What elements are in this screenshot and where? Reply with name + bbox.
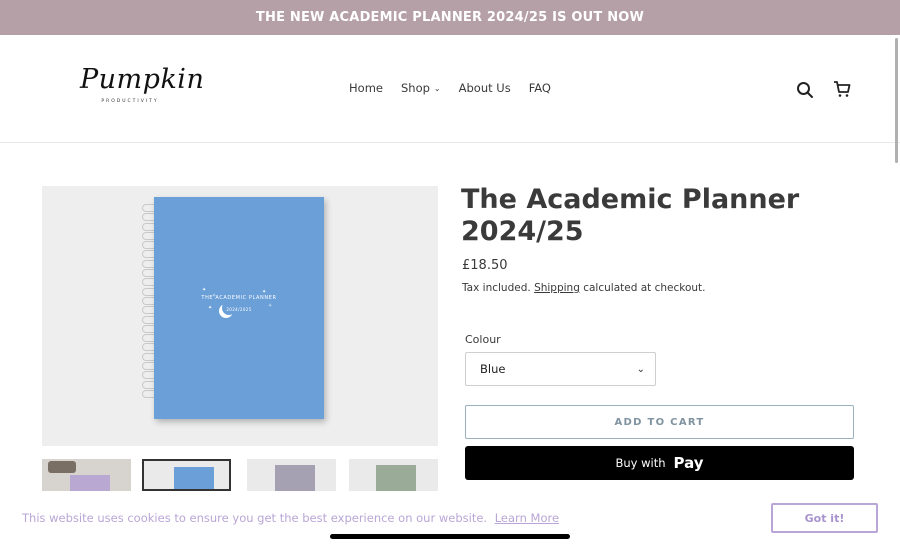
- colour-select[interactable]: Blue ⌄: [465, 352, 656, 386]
- cookie-banner: This website uses cookies to ensure you …: [0, 497, 900, 545]
- nav-shop-label: Shop: [400, 81, 430, 95]
- tax-note: Tax included. Shipping calculated at che…: [462, 282, 706, 294]
- cover-subtitle: 2024/2025: [226, 307, 252, 312]
- product-title: The Academic Planner 2024/25: [461, 184, 800, 247]
- nav-shop[interactable]: Shop ⌄: [401, 81, 441, 95]
- product-main-image[interactable]: ✦ ✧ ✦ ✧ ✦ THE ACADEMIC PLANNER 2024/2025: [42, 186, 438, 446]
- thumbnail-lilac[interactable]: [247, 459, 336, 491]
- nav-home-label: Home: [349, 81, 383, 95]
- moon-icon: [222, 301, 236, 315]
- thumbnail-lifestyle[interactable]: [42, 459, 131, 491]
- thumbnail-sage[interactable]: [349, 459, 438, 491]
- cookie-text: This website uses cookies to ensure you …: [22, 511, 488, 525]
- cookie-message: This website uses cookies to ensure you …: [22, 511, 559, 525]
- learn-more-link[interactable]: Learn More: [495, 511, 559, 525]
- colour-select-value: Blue: [480, 362, 506, 376]
- logo-subtitle: PRODUCTIVITY: [101, 99, 159, 104]
- nav-about-label: About Us: [458, 81, 511, 95]
- main-nav: Home Shop ⌄ About Us FAQ: [0, 81, 900, 95]
- shipping-link[interactable]: Shipping: [534, 282, 580, 294]
- announcement-text[interactable]: THE NEW ACADEMIC PLANNER 2024/25 IS OUT …: [256, 10, 644, 25]
- chevron-down-icon: ⌄: [636, 363, 645, 375]
- cover-title: THE ACADEMIC PLANNER: [201, 295, 277, 301]
- add-to-cart-button[interactable]: ADD TO CART: [465, 405, 854, 439]
- colour-label: Colour: [465, 333, 501, 346]
- search-icon[interactable]: [796, 81, 814, 99]
- announcement-bar[interactable]: THE NEW ACADEMIC PLANNER 2024/25 IS OUT …: [0, 0, 900, 35]
- nav-about[interactable]: About Us: [459, 81, 511, 95]
- site-header: Pumpkin PRODUCTIVITY Home Shop ⌄ About Us…: [0, 35, 900, 143]
- chevron-down-icon: ⌄: [433, 83, 441, 93]
- tax-suffix: calculated at checkout.: [583, 282, 706, 294]
- thumbnail-strip: [42, 459, 438, 491]
- home-indicator[interactable]: [330, 534, 570, 539]
- nav-faq-label: FAQ: [528, 81, 551, 95]
- nav-home[interactable]: Home: [349, 81, 383, 95]
- product-price: £18.50: [462, 258, 508, 273]
- notebook-cover: ✦ ✧ ✦ ✧ ✦ THE ACADEMIC PLANNER 2024/2025: [154, 197, 324, 419]
- add-to-cart-label: ADD TO CART: [614, 416, 705, 428]
- page-scrollbar[interactable]: [895, 38, 898, 163]
- apple-pay-button[interactable]: Buy with Pay: [465, 446, 854, 480]
- nav-faq[interactable]: FAQ: [529, 81, 551, 95]
- cookie-accept-label: Got it!: [804, 511, 845, 525]
- pay-label: Pay: [673, 454, 704, 472]
- cookie-accept-button[interactable]: Got it!: [771, 503, 878, 533]
- cart-icon[interactable]: [833, 80, 851, 98]
- thumbnail-blue[interactable]: [142, 459, 231, 491]
- buy-with-label: Buy with: [615, 456, 666, 470]
- tax-prefix: Tax included.: [462, 282, 531, 294]
